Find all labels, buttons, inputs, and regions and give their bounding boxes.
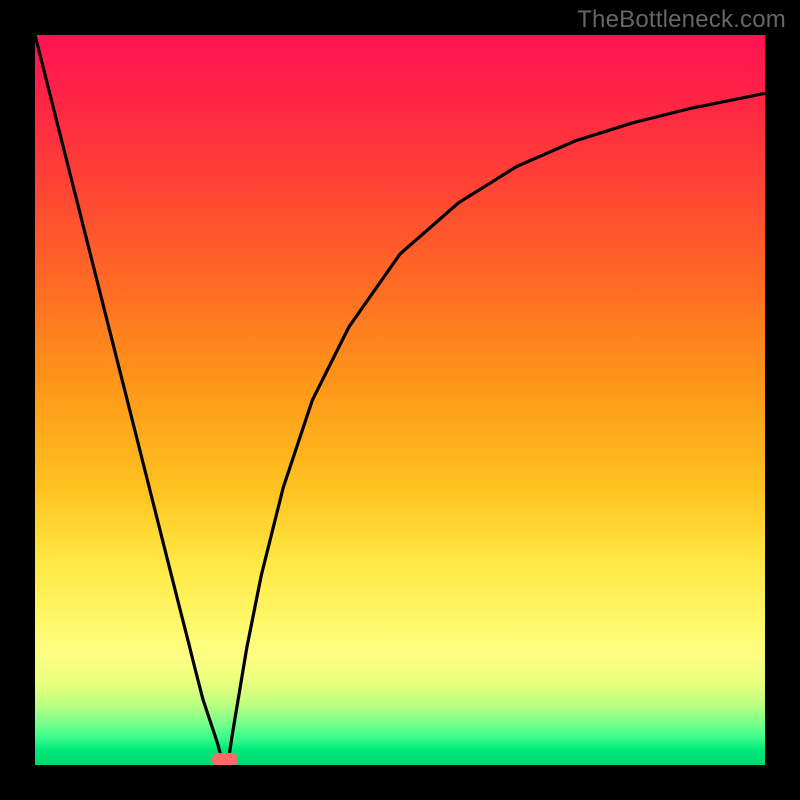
curve-right-branch	[228, 93, 765, 759]
curve-left-branch	[35, 35, 222, 760]
curve-layer	[35, 35, 765, 765]
watermark-text: TheBottleneck.com	[577, 6, 786, 34]
minimum-marker	[212, 753, 238, 765]
chart-frame: TheBottleneck.com	[0, 0, 800, 800]
plot-area	[35, 35, 765, 765]
